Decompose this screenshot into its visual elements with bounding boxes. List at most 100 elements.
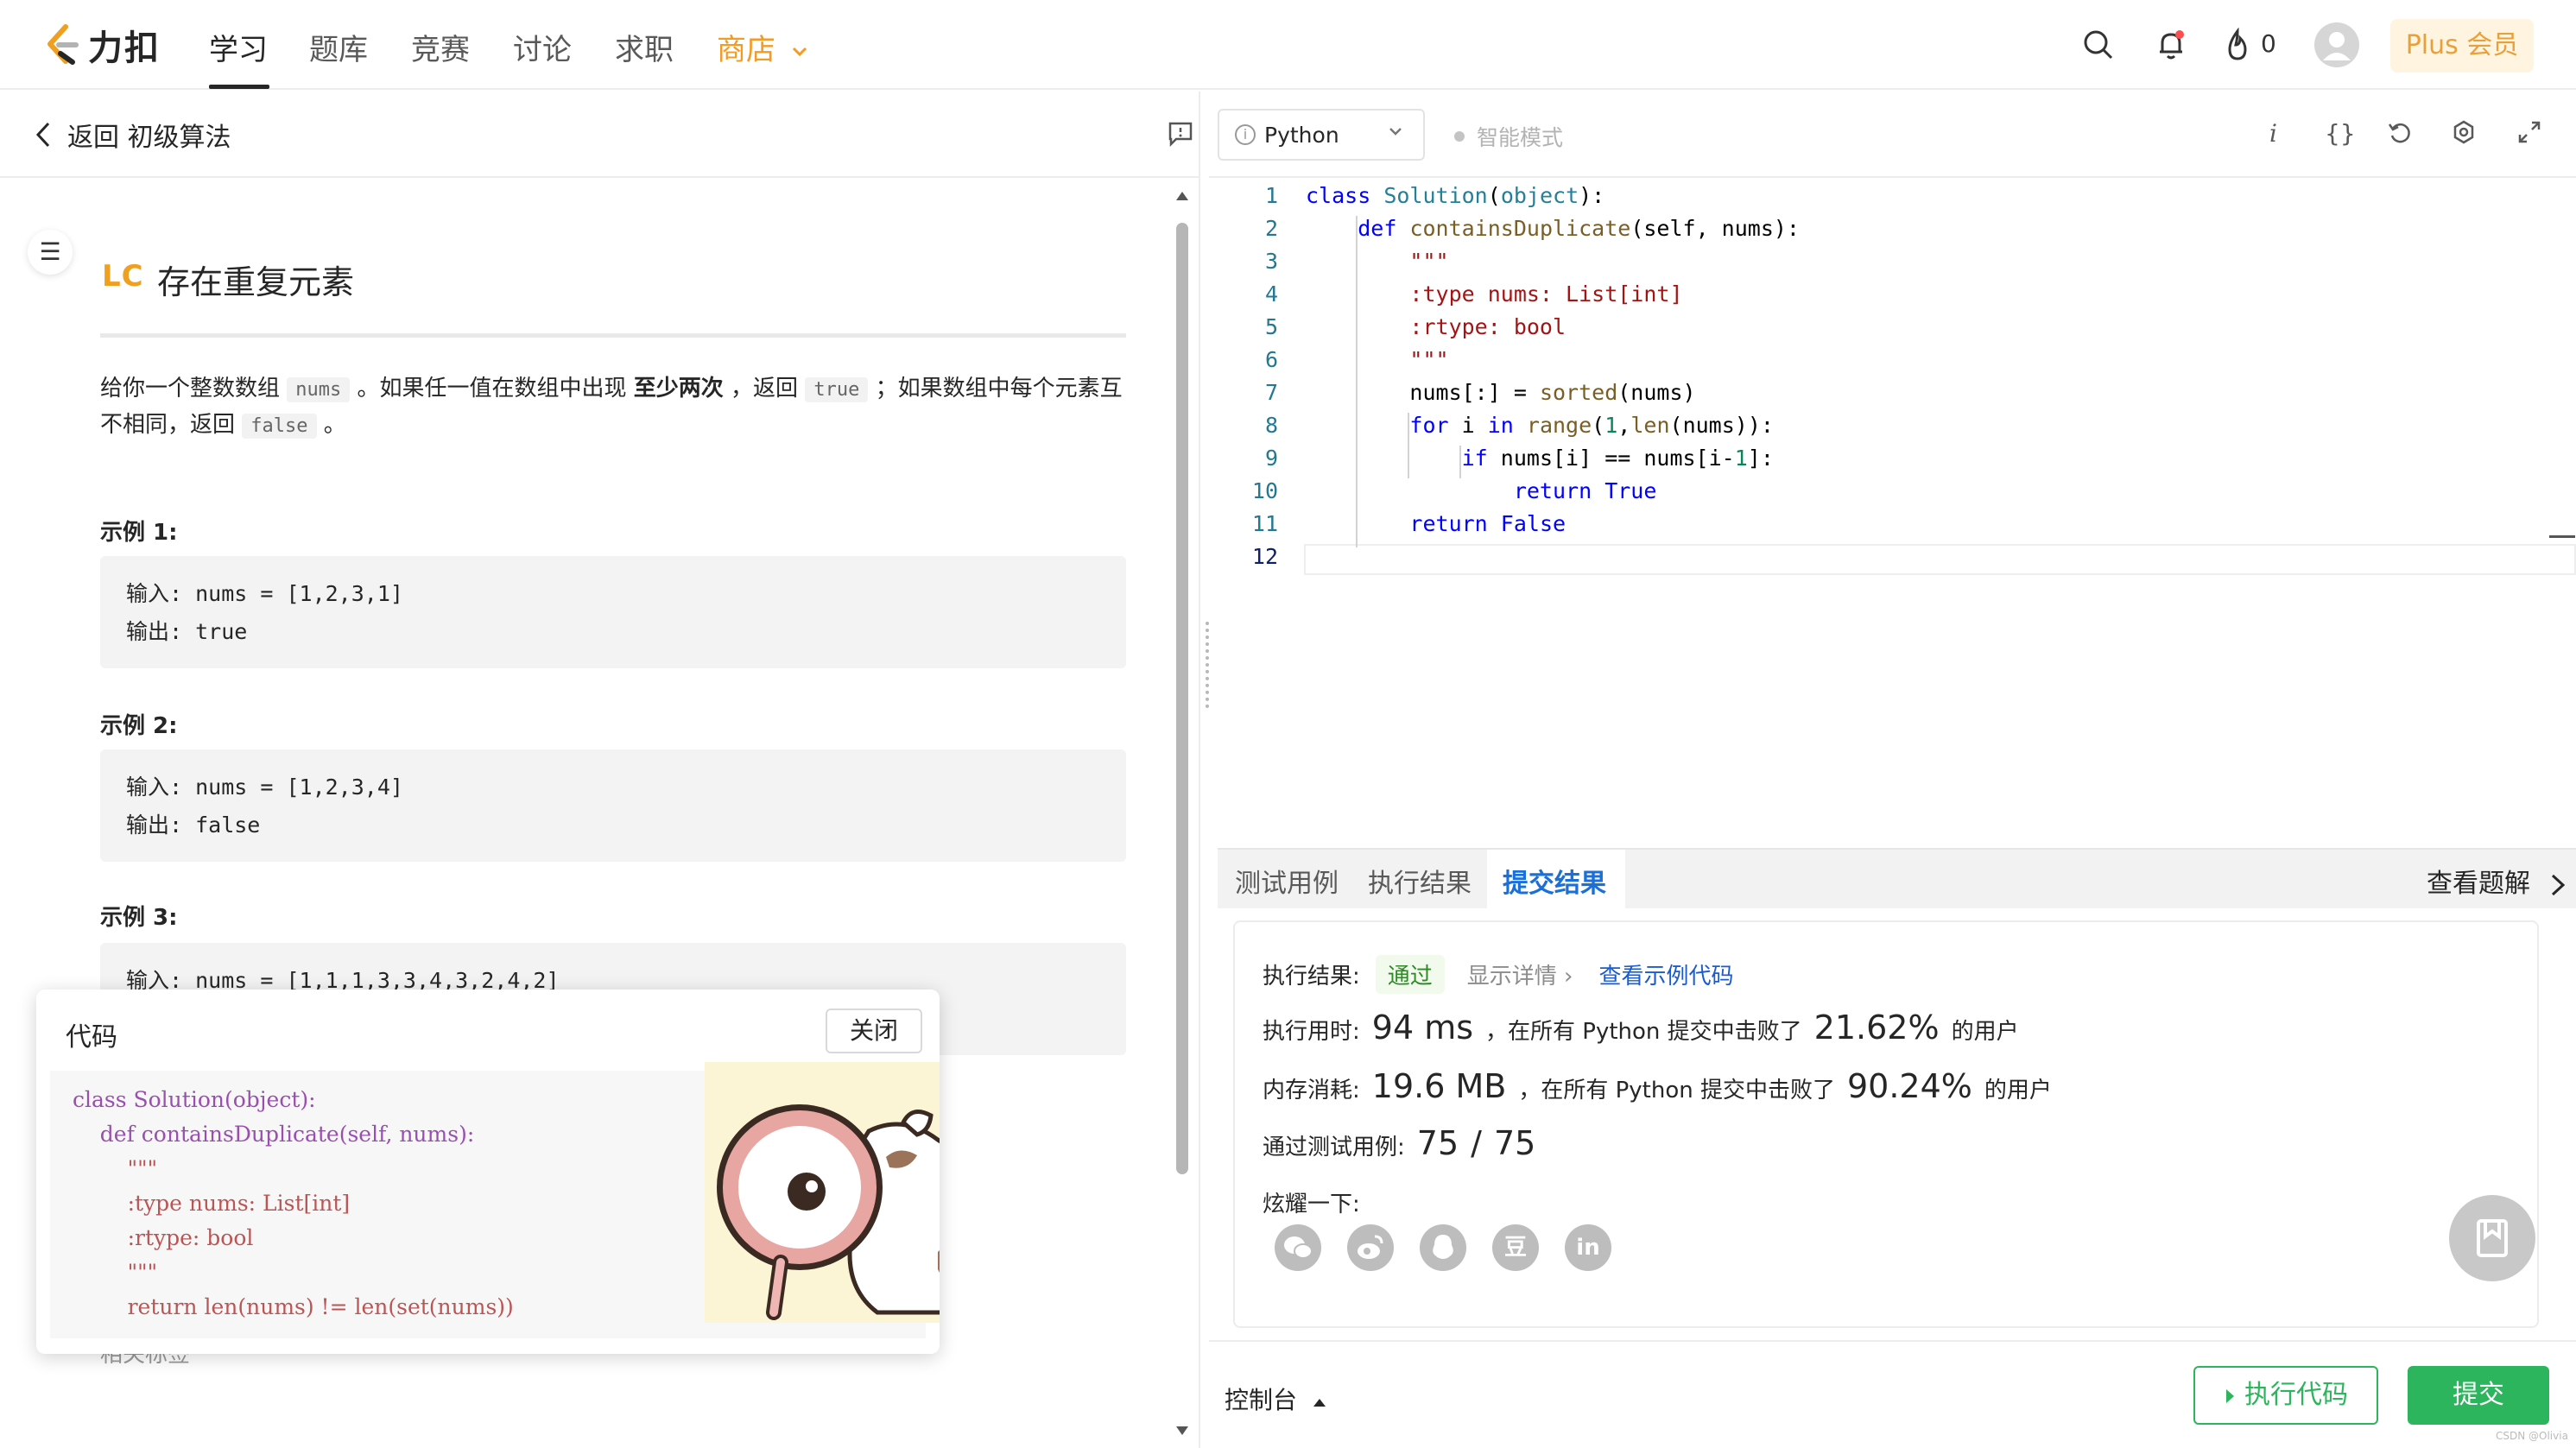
- code-line: :rtype: bool: [1409, 314, 1566, 339]
- users-label: 的用户: [1951, 1019, 2019, 1045]
- exec-label: 执行结果:: [1263, 964, 1360, 990]
- code-line: """: [1409, 249, 1449, 274]
- brand-name: 力扣: [88, 28, 161, 68]
- nav-tab-discuss[interactable]: 讨论: [513, 26, 572, 68]
- testcases-total: 75: [1493, 1124, 1536, 1162]
- magnifier-cat-sticker: [705, 1062, 940, 1323]
- view-solution-link[interactable]: 查看题解: [2427, 862, 2567, 900]
- details-label: 显示详情: [1466, 964, 1557, 990]
- search-icon[interactable]: [2081, 28, 2116, 62]
- format-braces-icon[interactable]: {}: [2325, 119, 2356, 148]
- back-button[interactable]: 返回 初级算法: [35, 116, 231, 154]
- info-icon: i: [1235, 124, 1256, 145]
- bell-icon[interactable]: [2154, 28, 2188, 62]
- note-float-button[interactable]: [2449, 1195, 2535, 1281]
- avatar[interactable]: [2314, 22, 2359, 67]
- code-line: :type nums: List[int]: [1409, 281, 1683, 307]
- menu-button[interactable]: ☰: [28, 230, 73, 275]
- nav-tab-jobs[interactable]: 求职: [615, 26, 674, 68]
- tab-submit-result[interactable]: 提交结果: [1503, 862, 1606, 900]
- nav-shop-label: 商店: [717, 33, 775, 67]
- result-tabs: 测试用例 执行结果 提交结果: [1218, 848, 2576, 910]
- nav-tab-problems[interactable]: 题库: [309, 26, 368, 68]
- chevron-right-icon: [2551, 874, 2565, 895]
- status-badge: 通过: [1375, 955, 1445, 994]
- fullscreen-icon[interactable]: [2516, 119, 2542, 145]
- example-1-label: 示例 1:: [100, 520, 178, 546]
- inline-code-true: true: [805, 377, 869, 402]
- statement-text: 给你一个整数数组: [100, 376, 288, 402]
- note-icon: [2477, 1219, 2508, 1257]
- nav-tab-contest[interactable]: 竞赛: [411, 26, 470, 68]
- tab-test-cases[interactable]: 测试用例: [1235, 862, 1339, 900]
- code-line: """: [1409, 347, 1449, 372]
- code-line: class Solution(object):: [1306, 183, 1605, 208]
- runtime-row: 执行用时: 94 ms ，在所有 Python 提交中击败了 21.62% 的用…: [1263, 1009, 2019, 1046]
- scrollbar-thumb[interactable]: [1176, 223, 1188, 1174]
- code-line: if nums[i] == nums[i-1]:: [1461, 446, 1774, 471]
- nav-tab-learn[interactable]: 学习: [209, 26, 268, 68]
- line-number: 10: [1251, 478, 1278, 503]
- code-line: return True: [1513, 478, 1657, 503]
- caret-up-icon: [1313, 1399, 1326, 1407]
- smart-mode-toggle[interactable]: 智能模式: [1454, 121, 1563, 152]
- scroll-up-icon[interactable]: [1174, 190, 1190, 202]
- submit-button[interactable]: 提交: [2408, 1366, 2549, 1425]
- example-output: 输出: true: [126, 619, 248, 644]
- show-details-link[interactable]: 显示详情 ›: [1467, 958, 1573, 990]
- linkedin-icon[interactable]: in: [1565, 1224, 1611, 1271]
- leetcode-logo[interactable]: 力扣: [43, 19, 161, 71]
- settings-icon[interactable]: [2451, 119, 2477, 145]
- douban-icon[interactable]: 豆: [1492, 1224, 1539, 1271]
- console-toggle[interactable]: 控制台: [1225, 1382, 1327, 1416]
- memory-label: 内存消耗:: [1263, 1078, 1360, 1103]
- popup-title: 代码: [66, 1022, 117, 1053]
- inline-code-false: false: [242, 414, 317, 439]
- current-line-highlight: [1304, 544, 2576, 575]
- weibo-icon[interactable]: [1347, 1224, 1394, 1271]
- testcases-separator: /: [1471, 1124, 1482, 1162]
- memory-row: 内存消耗: 19.6 MB ，在所有 Python 提交中击败了 90.24% …: [1263, 1067, 2052, 1105]
- runtime-desc: ，在所有 Python 提交中击败了: [1485, 1019, 1802, 1045]
- lc-badge: LC: [102, 259, 144, 294]
- fire-icon[interactable]: [2223, 28, 2252, 62]
- statement-bold: 至少两次: [633, 376, 724, 402]
- streak-count: 0: [2261, 29, 2276, 58]
- statement-text: 。: [316, 412, 346, 438]
- memory-desc: ，在所有 Python 提交中击败了: [1518, 1078, 1835, 1103]
- exec-result-row: 执行结果: 通过 显示详情 › 查看示例代码: [1263, 955, 1733, 994]
- code-editor[interactable]: 1 2 3 4 5 6 7 8 9 10 11 12 class Solutio…: [1218, 180, 2576, 846]
- problem-statement: 给你一个整数数组 nums 。如果任一值在数组中出现 至少两次 ，返回 true…: [100, 371, 1128, 444]
- panel-splitter[interactable]: [1199, 92, 1209, 1448]
- popup-close-button[interactable]: 关闭: [826, 1009, 922, 1053]
- inline-code-nums: nums: [287, 377, 351, 402]
- language-select[interactable]: i Python: [1218, 109, 1425, 161]
- divider: [100, 333, 1126, 338]
- scroll-down-icon[interactable]: [1174, 1425, 1190, 1437]
- tab-run-result[interactable]: 执行结果: [1368, 862, 1472, 900]
- memory-percent: 90.24%: [1846, 1067, 1972, 1105]
- code-line: nums[:] = sorted(nums): [1306, 380, 1696, 405]
- status-dot: [1454, 131, 1465, 142]
- feedback-icon[interactable]: [1168, 121, 1193, 147]
- chevron-down-icon: [1389, 128, 1402, 136]
- example-code-link[interactable]: 查看示例代码: [1598, 958, 1733, 990]
- splitter-handle[interactable]: [1206, 622, 1209, 708]
- wechat-icon[interactable]: [1275, 1224, 1321, 1271]
- line-number: 4: [1264, 281, 1278, 307]
- qq-icon[interactable]: [1420, 1224, 1466, 1271]
- reset-icon[interactable]: [2387, 119, 2413, 145]
- example-2-box: 输入: nums = [1,2,3,4] 输出: false: [100, 749, 1126, 862]
- testcases-label: 通过测试用例:: [1263, 1135, 1405, 1160]
- users-label: 的用户: [1984, 1078, 2052, 1103]
- info-italic-icon[interactable]: i: [2269, 119, 2277, 148]
- line-number: 8: [1264, 413, 1278, 438]
- nav-tab-shop[interactable]: 商店: [717, 26, 809, 68]
- run-code-button[interactable]: 执行代码: [2193, 1366, 2378, 1425]
- example-3-label: 示例 3:: [100, 905, 178, 931]
- code-popup: 代码 关闭 class Solution(object): def contai…: [36, 990, 940, 1354]
- top-navbar: 力扣 学习 题库 竞赛 讨论 求职 商店 0 Plus 会员: [0, 0, 2576, 90]
- code-line: def containsDuplicate(self, nums):: [1358, 216, 1800, 241]
- play-icon: [2226, 1388, 2234, 1403]
- plus-member-button[interactable]: Plus 会员: [2390, 19, 2534, 73]
